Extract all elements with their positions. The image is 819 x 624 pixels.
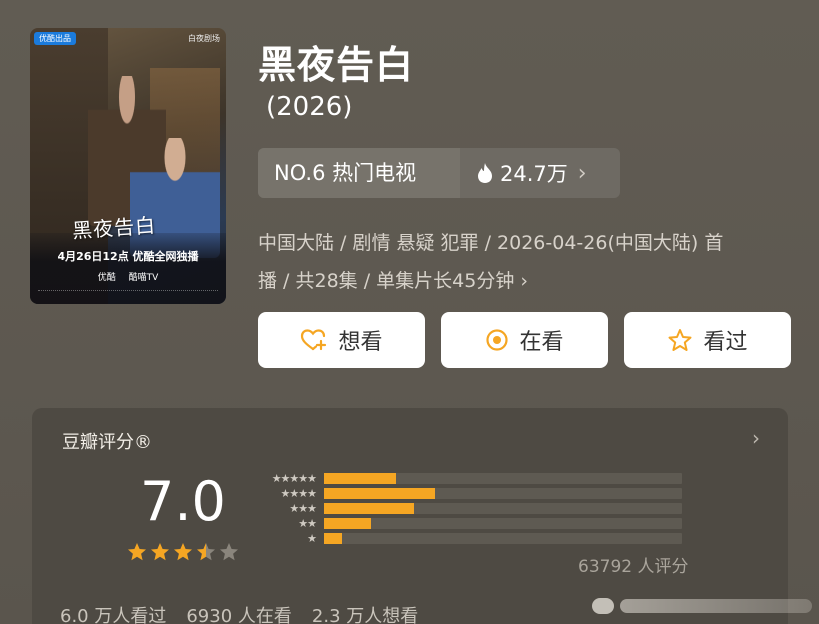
heart-plus-icon	[301, 329, 327, 351]
rating-bar-stars: ★★★	[289, 502, 317, 515]
rating-star-icon	[151, 543, 169, 561]
meta-line-1: 中国大陆 / 剧情 悬疑 犯罪 / 2026-04-26(中国大陆) 首	[258, 232, 724, 254]
watching-label: 在看	[519, 330, 564, 355]
chevron-right-icon[interactable]: ›	[752, 426, 760, 450]
watermark	[592, 594, 812, 618]
rating-bar-fill	[324, 488, 435, 499]
want-to-watch-label: 想看	[338, 330, 383, 355]
stat-watching: 6930 人在看	[186, 606, 292, 624]
poster-image[interactable]: 优酷出品 白夜剧场 黑夜告白 4月26日12点 优酷全网独播 优酷 酷喵TV	[30, 28, 226, 304]
rating-bar-track	[324, 473, 682, 484]
poster-calligraphy: 黑夜告白	[71, 213, 157, 243]
stat-want: 2.3 万人想看	[311, 606, 419, 624]
rating-bar-stars: ★★★★	[280, 487, 317, 500]
rating-star-icon	[128, 543, 146, 561]
page-title: 黑夜告白	[258, 43, 415, 87]
rating-bar-row: ★★★	[252, 502, 682, 515]
rating-star-icon	[197, 543, 215, 561]
poster-badge: 优酷出品	[34, 32, 76, 45]
watching-button[interactable]: 在看	[441, 312, 608, 368]
rank-pill[interactable]: NO.6 热门电视 24.7万 ›	[258, 148, 620, 198]
rating-bar-track	[324, 533, 682, 544]
release-year: (2026)	[266, 92, 353, 122]
watched-button[interactable]: 看过	[624, 312, 791, 368]
rating-bar-row: ★	[252, 532, 682, 545]
rating-star-icon	[220, 543, 238, 561]
poster-platform-youku: 优酷	[97, 273, 116, 283]
poster-platforms: 优酷 酷喵TV	[30, 270, 226, 283]
star-outline-icon	[668, 329, 692, 351]
stat-watched: 6.0 万人看过	[60, 606, 167, 624]
rating-bar-track	[324, 488, 682, 499]
rating-bar-fill	[324, 533, 342, 544]
rating-bar-stars: ★★	[298, 517, 317, 530]
heat-value: 24.7万	[500, 162, 568, 186]
rating-bar-row: ★★	[252, 517, 682, 530]
want-to-watch-button[interactable]: 想看	[258, 312, 425, 368]
rating-bar-fill	[324, 473, 396, 484]
watched-label: 看过	[703, 330, 748, 355]
chevron-right-icon: ›	[520, 270, 528, 292]
rating-bar-row: ★★★★	[252, 487, 682, 500]
watermark-text	[620, 599, 812, 613]
watermark-logo-icon	[592, 598, 614, 614]
action-buttons: 想看 在看 看过	[258, 312, 791, 368]
rating-bar-track	[324, 518, 682, 529]
rating-bar-fill	[324, 518, 371, 529]
rating-bar-stars: ★	[307, 532, 317, 545]
rating-title: 豆瓣评分®	[62, 432, 152, 453]
rating-bar-fill	[324, 503, 414, 514]
show-meta[interactable]: 中国大陆 / 剧情 悬疑 犯罪 / 2026-04-26(中国大陆) 首 播 /…	[258, 224, 798, 300]
rating-stars	[126, 542, 240, 562]
rating-count: 63792 人评分	[578, 557, 689, 577]
rating-bar-row: ★★★★★	[252, 472, 682, 485]
heat-indicator[interactable]: 24.7万 ›	[460, 158, 587, 188]
rank-label: NO.6 热门电视	[258, 148, 460, 198]
rating-star-icon	[174, 543, 192, 561]
poster-release: 4月26日12点 优酷全网独播	[57, 250, 199, 263]
poster-fineprint	[38, 290, 218, 296]
chevron-right-icon: ›	[577, 160, 587, 186]
target-circle-icon	[486, 329, 509, 351]
rating-distribution: ★★★★★ ★★★★ ★★★ ★★ ★	[252, 472, 682, 547]
rating-bar-stars: ★★★★★	[271, 472, 317, 485]
rating-score: 7.0	[140, 470, 226, 533]
poster-brand: 白夜剧场	[188, 34, 220, 43]
rating-bar-track	[324, 503, 682, 514]
flame-icon	[478, 163, 492, 183]
meta-line-2: 播 / 共28集 / 单集片长45分钟 ›	[258, 270, 528, 292]
watch-stats: 6.0 万人看过 6930 人在看 2.3 万人想看	[60, 602, 418, 624]
poster-platform-kumiao: 酷喵TV	[128, 273, 159, 283]
